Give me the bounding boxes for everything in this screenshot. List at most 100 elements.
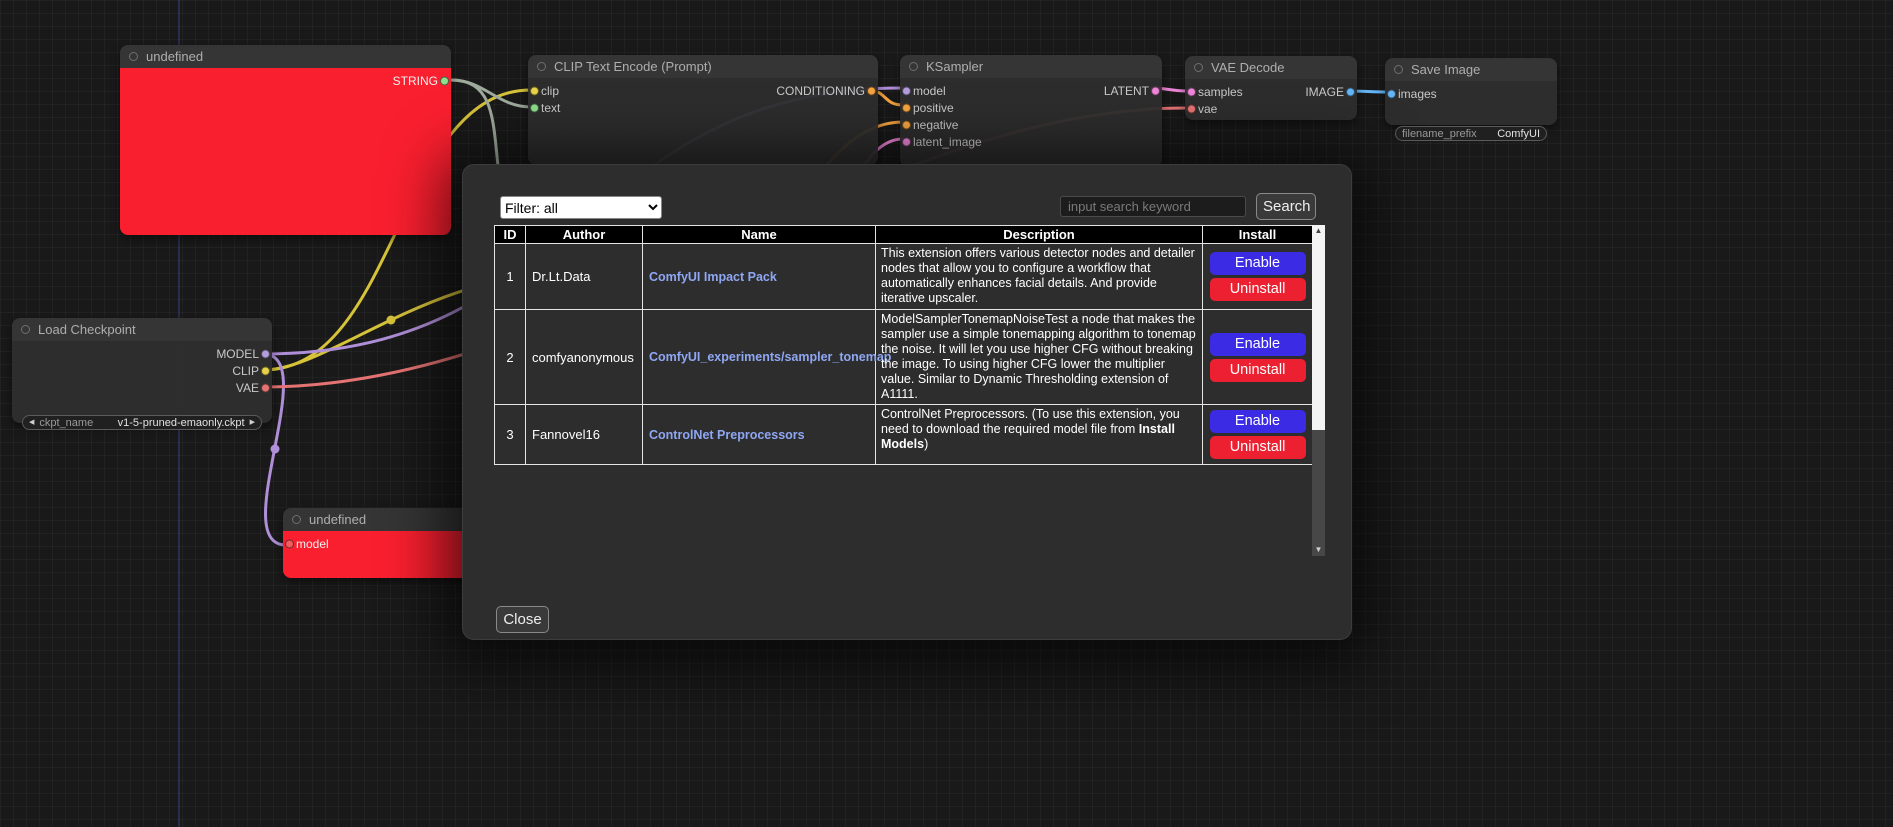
cell-author: comfyanonymous <box>526 310 643 405</box>
collapse-dot-icon[interactable] <box>1394 65 1403 74</box>
input-slot-model[interactable] <box>902 86 911 95</box>
node-title: KSampler <box>926 59 983 74</box>
cell-description: ControlNet Preprocessors. (To use this e… <box>876 405 1203 465</box>
description-text: ModelSamplerTonemapNoiseTest a node that… <box>881 312 1196 401</box>
description-tail: ) <box>924 437 928 451</box>
arrow-left-icon[interactable]: ◀ <box>29 419 34 426</box>
input-slot-model[interactable] <box>285 539 294 548</box>
node-title: CLIP Text Encode (Prompt) <box>554 59 712 74</box>
uninstall-button[interactable]: Uninstall <box>1210 359 1306 382</box>
table-row: 3 Fannovel16 ControlNet Preprocessors Co… <box>495 405 1313 465</box>
search-button[interactable]: Search <box>1256 193 1316 220</box>
wire-string-to-text <box>451 80 531 107</box>
ckpt-name-widget[interactable]: ◀ ckpt_name v1-5-pruned-emaonly.ckpt ▶ <box>22 415 262 430</box>
scrollbar-down-icon[interactable]: ▼ <box>1312 544 1325 556</box>
description-text: ControlNet Preprocessors. (To use this e… <box>881 407 1180 436</box>
extension-link[interactable]: ComfyUI Impact Pack <box>649 270 777 284</box>
node-header[interactable]: CLIP Text Encode (Prompt) <box>528 55 878 78</box>
node-ksampler[interactable]: KSampler model LATENT positive negative … <box>900 55 1162 167</box>
scrollbar[interactable]: ▲ ▼ <box>1312 225 1325 556</box>
slot-label-model: model <box>296 537 329 551</box>
slot-label-negative: negative <box>913 118 958 132</box>
output-slot-clip[interactable] <box>261 366 270 375</box>
collapse-dot-icon[interactable] <box>129 52 138 61</box>
cell-description: This extension offers various detector n… <box>876 244 1203 310</box>
input-slot-vae[interactable] <box>1187 104 1196 113</box>
node-title: undefined <box>309 512 366 527</box>
table-row: 2 comfyanonymous ComfyUI_experiments/sam… <box>495 310 1313 405</box>
output-slot-latent[interactable] <box>1151 86 1160 95</box>
filter-select[interactable]: Filter: all <box>500 196 662 219</box>
node-clip-text-encode[interactable]: CLIP Text Encode (Prompt) clip CONDITION… <box>528 55 878 165</box>
slot-label-samples: samples <box>1198 85 1243 99</box>
enable-button[interactable]: Enable <box>1210 333 1306 356</box>
output-slot-string[interactable] <box>440 76 449 85</box>
node-title: Load Checkpoint <box>38 322 136 337</box>
slot-label-images: images <box>1398 87 1437 101</box>
output-slot-vae[interactable] <box>261 383 270 392</box>
collapse-dot-icon[interactable] <box>21 325 30 334</box>
slot-label-vae-out: VAE <box>236 381 259 395</box>
arrow-right-icon[interactable]: ▶ <box>250 419 255 426</box>
widget-value: ComfyUI <box>1497 128 1540 140</box>
cell-author: Fannovel16 <box>526 405 643 465</box>
slot-label-clip: clip <box>541 84 559 98</box>
node-save-image[interactable]: Save Image images filename_prefix ComfyU… <box>1385 58 1557 125</box>
input-slot-clip[interactable] <box>530 86 539 95</box>
cell-description: ModelSamplerTonemapNoiseTest a node that… <box>876 310 1203 405</box>
uninstall-button[interactable]: Uninstall <box>1210 278 1306 301</box>
node-header[interactable]: KSampler <box>900 55 1162 78</box>
slot-label-model-out: MODEL <box>216 347 259 361</box>
node-vae-decode[interactable]: VAE Decode samples IMAGE vae <box>1185 56 1357 120</box>
collapse-dot-icon[interactable] <box>292 515 301 524</box>
widget-label: filename_prefix <box>1402 128 1477 140</box>
column-header-description: Description <box>876 226 1203 244</box>
extensions-table-container: ID Author Name Description Install 1 Dr.… <box>494 225 1325 556</box>
uninstall-button[interactable]: Uninstall <box>1210 436 1306 459</box>
column-header-id: ID <box>495 226 526 244</box>
input-slot-images[interactable] <box>1387 89 1396 98</box>
cell-id: 1 <box>495 244 526 310</box>
column-header-author: Author <box>526 226 643 244</box>
search-input[interactable] <box>1060 196 1246 217</box>
enable-button[interactable]: Enable <box>1210 410 1306 433</box>
scrollbar-thumb[interactable] <box>1312 237 1325 430</box>
comfyui-canvas[interactable]: { "icons": { "arrow_left": "◀", "arrow_r… <box>0 0 1893 827</box>
node-header[interactable]: Save Image <box>1385 58 1557 81</box>
input-slot-latent-image[interactable] <box>902 137 911 146</box>
node-title: VAE Decode <box>1211 60 1284 75</box>
node-header[interactable]: Load Checkpoint <box>12 318 272 341</box>
cell-id: 3 <box>495 405 526 465</box>
cell-id: 2 <box>495 310 526 405</box>
widget-label: ckpt_name <box>39 417 93 429</box>
output-slot-image[interactable] <box>1346 87 1355 96</box>
slot-label-conditioning: CONDITIONING <box>776 84 865 98</box>
column-header-name: Name <box>643 226 876 244</box>
description-text: This extension offers various detector n… <box>881 246 1195 305</box>
slot-label-model: model <box>913 84 946 98</box>
extension-link[interactable]: ComfyUI_experiments/sampler_tonemap <box>649 350 891 364</box>
slot-label-latent-image: latent_image <box>913 135 982 149</box>
collapse-dot-icon[interactable] <box>1194 63 1203 72</box>
filename-prefix-widget[interactable]: filename_prefix ComfyUI <box>1395 126 1547 141</box>
scrollbar-up-icon[interactable]: ▲ <box>1312 225 1325 237</box>
input-slot-positive[interactable] <box>902 103 911 112</box>
node-header[interactable]: VAE Decode <box>1185 56 1357 79</box>
input-slot-samples[interactable] <box>1187 87 1196 96</box>
output-slot-model[interactable] <box>261 349 270 358</box>
extension-link[interactable]: ControlNet Preprocessors <box>649 428 805 442</box>
node-title: undefined <box>146 49 203 64</box>
cell-author: Dr.Lt.Data <box>526 244 643 310</box>
enable-button[interactable]: Enable <box>1210 252 1306 275</box>
close-button[interactable]: Close <box>496 606 549 633</box>
slot-label-latent: LATENT <box>1104 84 1149 98</box>
collapse-dot-icon[interactable] <box>537 62 546 71</box>
input-slot-negative[interactable] <box>902 120 911 129</box>
collapse-dot-icon[interactable] <box>909 62 918 71</box>
input-slot-text[interactable] <box>530 103 539 112</box>
node-undefined-top[interactable]: undefined STRING <box>120 45 451 235</box>
output-slot-conditioning[interactable] <box>867 86 876 95</box>
node-header[interactable]: undefined <box>120 45 451 68</box>
table-row: 1 Dr.Lt.Data ComfyUI Impact Pack This ex… <box>495 244 1313 310</box>
node-load-checkpoint[interactable]: Load Checkpoint MODEL CLIP VAE ◀ ckpt_na… <box>12 318 272 423</box>
